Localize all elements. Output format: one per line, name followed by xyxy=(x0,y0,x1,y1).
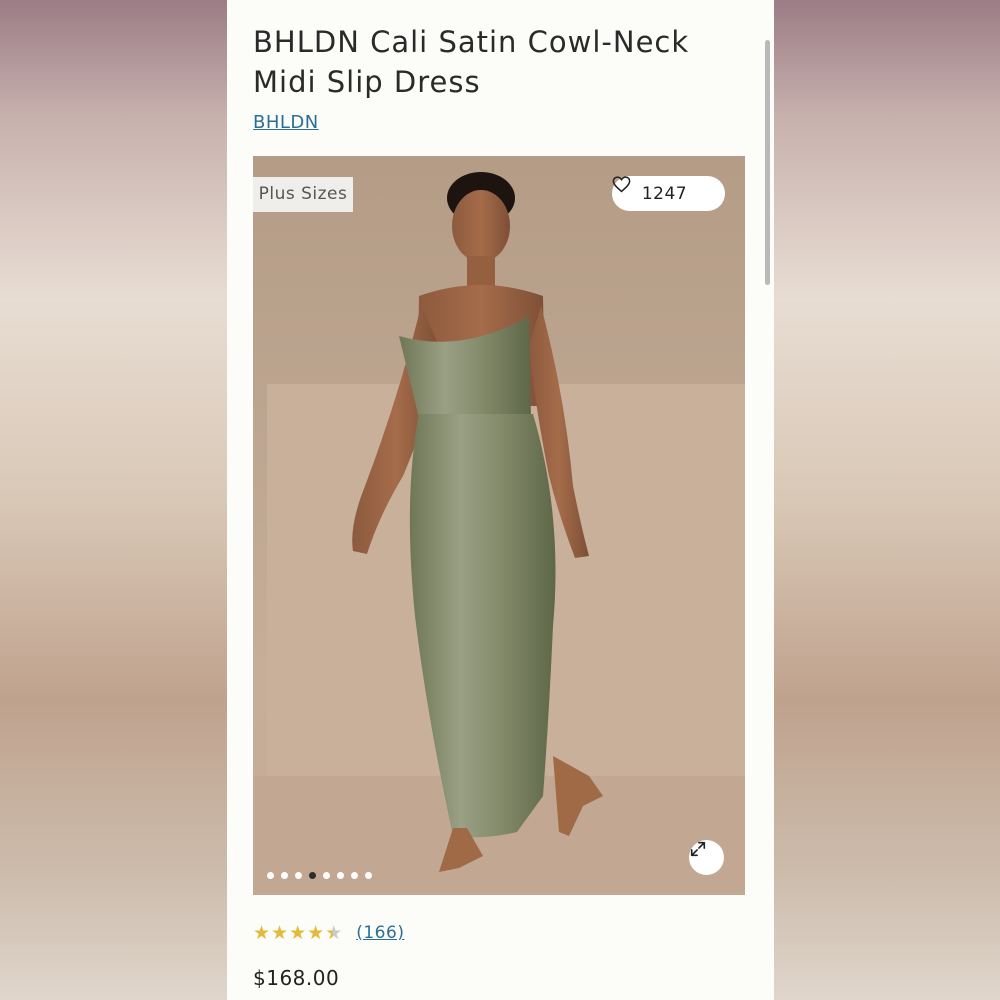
carousel-dot[interactable] xyxy=(337,872,344,879)
carousel-dot[interactable] xyxy=(309,872,316,879)
star-rating: ★ ★ ★ ★ ★ xyxy=(253,922,342,944)
like-button[interactable]: 1247 xyxy=(612,176,725,211)
blurred-background-left xyxy=(0,0,227,1000)
brand-link[interactable]: BHLDN xyxy=(253,112,319,133)
star-icon: ★ xyxy=(325,922,343,944)
carousel-dot[interactable] xyxy=(267,872,274,879)
rating-row: ★ ★ ★ ★ ★ (166) xyxy=(253,922,404,944)
product-title: BHLDN Cali Satin Cowl-Neck Midi Slip Dre… xyxy=(253,25,690,99)
star-icon: ★ xyxy=(253,922,271,944)
blurred-background-right xyxy=(774,0,1000,1000)
like-count: 1247 xyxy=(641,183,688,204)
star-icon: ★ xyxy=(307,922,325,944)
star-icon: ★ xyxy=(271,922,289,944)
plus-sizes-tag: Plus Sizes xyxy=(253,177,353,212)
carousel-dot[interactable] xyxy=(295,872,302,879)
carousel-dot[interactable] xyxy=(323,872,330,879)
product-image-carousel[interactable]: Plus Sizes 1247 xyxy=(253,156,745,895)
product-price: $168.00 xyxy=(253,966,340,990)
expand-image-button[interactable] xyxy=(689,840,724,875)
carousel-dot[interactable] xyxy=(365,872,372,879)
reviews-count-link[interactable]: (166) xyxy=(356,923,404,943)
product-page: BHLDN Cali Satin Cowl-Neck Midi Slip Dre… xyxy=(227,0,774,1000)
product-photo xyxy=(253,172,745,895)
star-icon: ★ xyxy=(289,922,307,944)
carousel-dot[interactable] xyxy=(351,872,358,879)
carousel-dot[interactable] xyxy=(281,872,288,879)
carousel-dots xyxy=(267,872,372,879)
scrollbar[interactable] xyxy=(765,40,770,285)
